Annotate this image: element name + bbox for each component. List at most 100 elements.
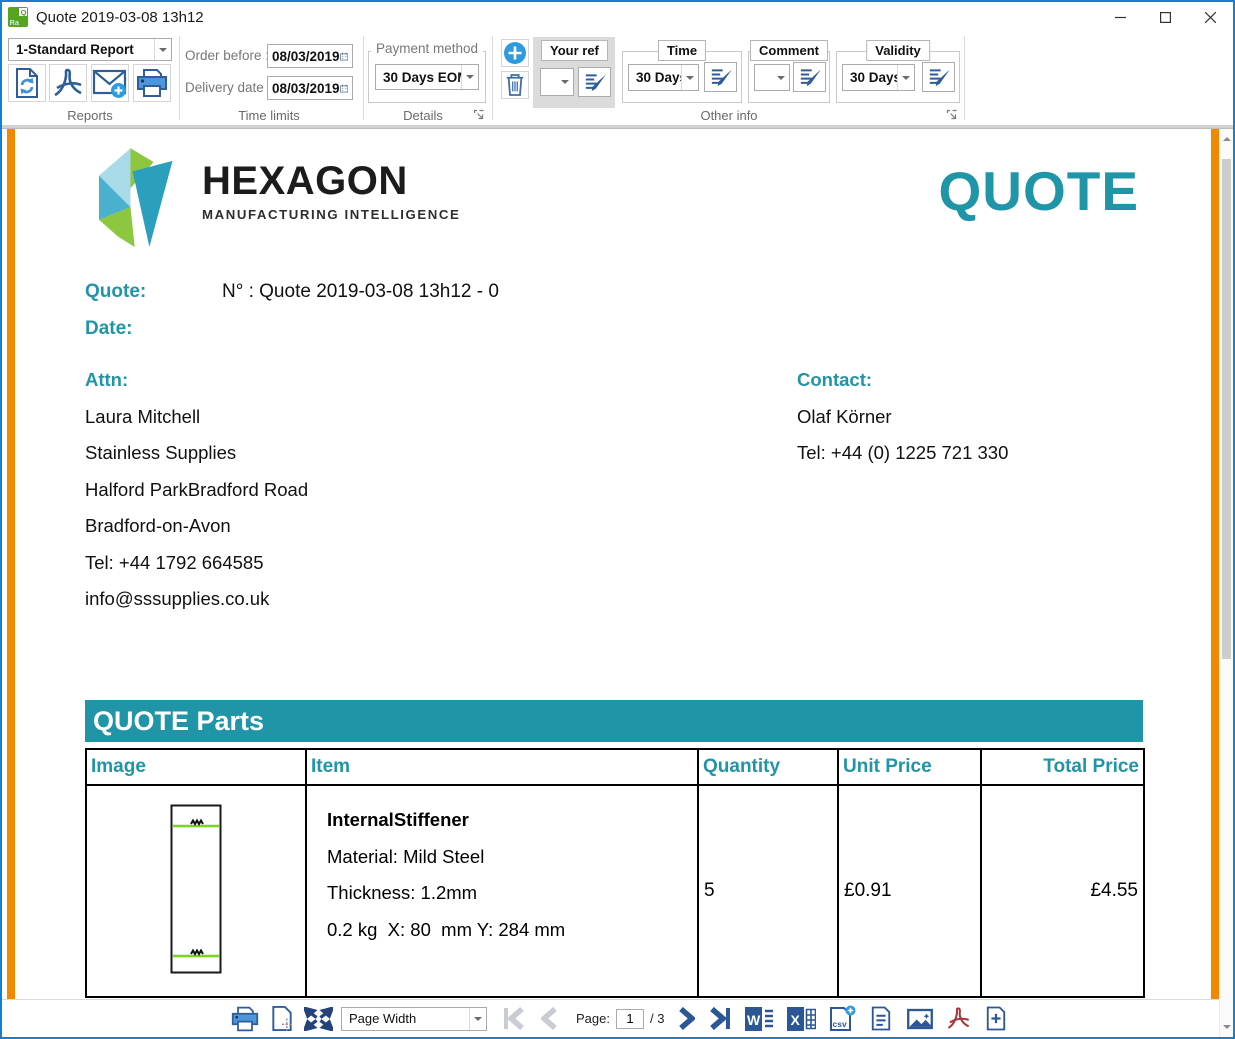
export-image-button[interactable] [906, 1007, 934, 1031]
minimize-button[interactable] [1098, 2, 1143, 32]
email-report-button[interactable] [91, 64, 129, 102]
page-edge-right [1211, 129, 1219, 999]
page-setup-icon [270, 1005, 294, 1032]
order-before-field[interactable]: 08/03/2019 [267, 44, 353, 68]
part-unit-price: £0.91 [838, 785, 981, 997]
your-ref-select[interactable] [540, 68, 574, 96]
contact-label: Contact: [797, 362, 1008, 399]
vertical-scrollbar[interactable] [1219, 129, 1233, 1037]
reports-group-label: Reports [8, 108, 172, 123]
validity-select[interactable]: 30 Days [842, 64, 915, 91]
chevron-down-icon [154, 39, 171, 60]
part-detail: 0.2 kg X: 80 mm Y: 284 mm [327, 912, 697, 949]
chevron-down-icon [556, 69, 573, 95]
add-page-button[interactable] [985, 1005, 1007, 1032]
svg-text:X: X [791, 1012, 801, 1028]
payment-method-value: 30 Days EOM [376, 70, 461, 85]
export-word-button[interactable]: W [744, 1006, 774, 1032]
report-template-select[interactable]: 1-Standard Report [8, 38, 172, 61]
page-label: Page: [576, 1011, 610, 1026]
svg-text:Q: Q [21, 8, 27, 17]
maximize-button[interactable] [1143, 2, 1188, 32]
hexagon-logo-mark [87, 142, 195, 247]
attn-line: Stainless Supplies [85, 435, 308, 472]
part-name: InternalStiffener [327, 802, 697, 839]
contact-block: Contact: Olaf Körner Tel: +44 (0) 1225 7… [797, 362, 1008, 472]
calendar-icon [340, 82, 348, 95]
scroll-up-arrow-icon[interactable] [1220, 132, 1234, 146]
column-header-image: Image [86, 749, 306, 785]
printer-icon [135, 67, 169, 99]
parts-table-row: InternalStiffener Material: Mild Steel T… [86, 785, 1144, 997]
report-preview: HEXAGON MANUFACTURING INTELLIGENCE QUOTE… [2, 129, 1219, 999]
edit-note-icon [927, 67, 951, 87]
trash-icon [505, 73, 525, 97]
part-item-cell: InternalStiffener Material: Mild Steel T… [306, 785, 698, 997]
hexagon-logo-text: HEXAGON MANUFACTURING INTELLIGENCE [202, 159, 460, 222]
your-ref-edit-button[interactable] [578, 67, 611, 97]
add-item-button[interactable] [501, 39, 529, 67]
chevron-down-icon [772, 65, 789, 90]
close-icon [1205, 12, 1216, 23]
print-report-button[interactable] [133, 64, 171, 102]
export-excel-button[interactable]: X [786, 1006, 816, 1032]
page-number-input[interactable] [616, 1009, 644, 1029]
chevron-down-icon [461, 65, 478, 89]
part-drawing [170, 804, 222, 974]
part-detail: Material: Mild Steel [327, 839, 697, 876]
refresh-report-button[interactable] [8, 64, 46, 102]
delete-item-button[interactable] [501, 71, 529, 99]
quote-label: Quote: [85, 281, 222, 303]
group-separator [363, 36, 364, 120]
other-info-dialog-launcher-icon[interactable] [946, 109, 958, 121]
export-text-button[interactable] [870, 1005, 892, 1032]
page-total: / 3 [650, 1011, 664, 1026]
time-value: 30 Days [629, 70, 681, 85]
time-limits-group-label: Time limits [185, 108, 353, 123]
scrollbar-thumb[interactable] [1222, 159, 1231, 659]
zoom-mode-select[interactable]: Page Width [341, 1007, 487, 1031]
svg-text:csv: csv [833, 1019, 847, 1029]
time-label: Time [658, 40, 706, 61]
comment-select[interactable] [754, 64, 790, 91]
date-label: Date: [85, 318, 222, 340]
validity-edit-button[interactable] [922, 62, 955, 92]
edit-note-icon [798, 67, 822, 87]
payment-method-select[interactable]: 30 Days EOM [375, 64, 479, 90]
scroll-down-arrow-icon[interactable] [1220, 1020, 1234, 1034]
column-header-total-price: Total Price [981, 749, 1144, 785]
print-button[interactable] [230, 1005, 260, 1033]
export-csv-button[interactable]: csv [828, 1005, 856, 1033]
fit-page-icon [304, 1007, 333, 1031]
comment-group: Comment [748, 51, 830, 103]
delivery-date-field[interactable]: 08/03/2019 [267, 76, 353, 100]
close-button[interactable] [1188, 2, 1233, 32]
word-export-icon: W [744, 1006, 774, 1032]
your-ref-label: Your ref [541, 40, 608, 61]
delivery-date-label: Delivery date : [185, 80, 271, 95]
details-dialog-launcher-icon[interactable] [473, 109, 485, 121]
time-edit-button[interactable] [704, 62, 737, 92]
attn-line: Laura Mitchell [85, 399, 308, 436]
zoom-fit-button[interactable] [304, 1007, 333, 1031]
last-page-icon [709, 1007, 731, 1030]
export-pdf-button-status[interactable] [946, 1006, 971, 1031]
maximize-icon [1160, 12, 1171, 23]
next-page-button[interactable] [678, 1007, 695, 1030]
previous-page-button[interactable] [541, 1007, 558, 1030]
comment-edit-button[interactable] [793, 62, 826, 92]
export-pdf-button[interactable] [49, 64, 87, 102]
time-select[interactable]: 30 Days [628, 64, 699, 91]
group-separator [964, 36, 965, 120]
first-page-button[interactable] [503, 1007, 525, 1030]
text-document-icon [870, 1005, 892, 1032]
part-detail: Thickness: 1.2mm [327, 875, 697, 912]
validity-group: Validity 30 Days [836, 51, 960, 103]
details-group-label: Details [368, 108, 478, 123]
page-setup-button[interactable] [270, 1005, 294, 1032]
last-page-button[interactable] [709, 1007, 731, 1030]
order-before-label: Order before : [185, 48, 269, 63]
pdf-icon [52, 67, 84, 99]
part-image-cell [86, 785, 306, 997]
attn-block: Attn: Laura Mitchell Stainless Supplies … [85, 362, 308, 618]
